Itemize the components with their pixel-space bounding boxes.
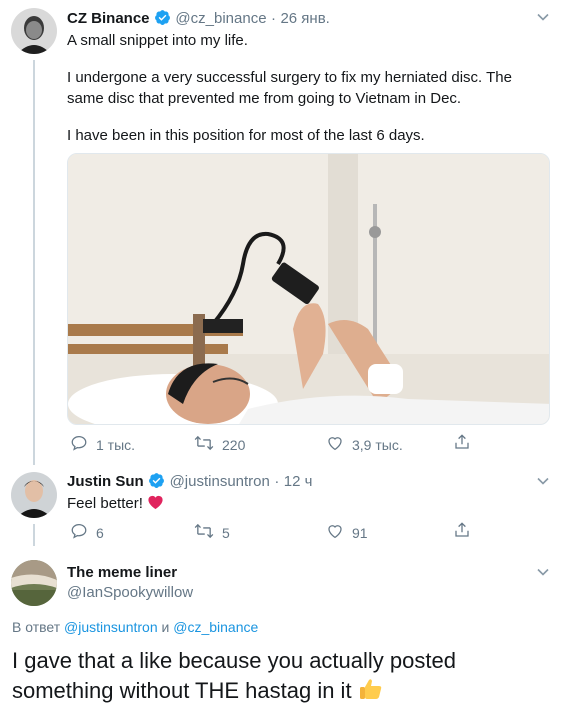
tweet-time[interactable]: 12 ч [284, 473, 313, 490]
avatar-cz-binance[interactable] [11, 8, 57, 54]
share-action[interactable] [453, 521, 471, 542]
author-name[interactable]: CZ Binance [67, 10, 150, 27]
thread-line [33, 524, 35, 546]
like-count: 91 [352, 524, 368, 541]
author-handle[interactable]: @cz_binance [175, 10, 266, 27]
tweet-photo[interactable] [67, 153, 550, 425]
mention-justinsuntron[interactable]: @justinsuntron [64, 619, 158, 635]
reply-count: 6 [96, 524, 104, 541]
tweet1-line1: A small snippet into my life. [67, 32, 248, 49]
like-action[interactable]: 3,9 тыс. [326, 434, 403, 455]
tweet1-para2-line1: I undergone a very successful surgery to… [67, 69, 512, 86]
verified-badge-icon [154, 9, 171, 31]
author-handle[interactable]: @justinsuntron [170, 473, 270, 490]
author-handle[interactable]: @IanSpookywillow [67, 584, 193, 601]
retweet-count: 220 [222, 436, 246, 453]
tweet1-header: CZ Binance @cz_binance · 26 янв. [67, 9, 330, 31]
reply-icon [70, 522, 88, 543]
reply-icon [70, 434, 88, 455]
like-icon [326, 434, 344, 455]
retweet-action[interactable]: 5 [194, 522, 230, 543]
reply-prefix: В ответ [12, 619, 61, 635]
avatar-meme-liner[interactable] [11, 560, 57, 606]
chevron-down-icon[interactable] [536, 565, 550, 584]
retweet-icon [194, 522, 214, 543]
share-icon [453, 433, 471, 454]
tweet-date[interactable]: 26 янв. [280, 10, 329, 27]
tweet3-text-line1: I gave that a like because you actually … [12, 648, 456, 673]
thumbs-up-emoji-icon [358, 676, 384, 710]
retweet-count: 5 [222, 524, 230, 541]
chevron-down-icon[interactable] [536, 10, 550, 29]
retweet-icon [194, 434, 214, 455]
author-name[interactable]: Justin Sun [67, 473, 144, 490]
tweet3-text-line2-content: something without THE hastag in it [12, 678, 352, 703]
replying-to: В ответ @justinsuntron и @cz_binance [12, 619, 258, 635]
thread-line [33, 60, 35, 465]
like-icon [326, 522, 344, 543]
reply-and: и [161, 619, 170, 635]
tweet2-header: Justin Sun @justinsuntron · 12 ч [67, 472, 312, 494]
tweet2-text: Feel better! [67, 493, 164, 516]
like-count: 3,9 тыс. [352, 436, 403, 453]
like-action[interactable]: 91 [326, 522, 368, 543]
tweet2-text-content: Feel better! [67, 495, 143, 512]
share-icon [453, 521, 471, 542]
red-heart-emoji-icon [147, 494, 164, 516]
retweet-action[interactable]: 220 [194, 434, 245, 455]
reply-action[interactable]: 6 [70, 522, 104, 543]
separator-dot: · [271, 10, 276, 27]
tweet1-para3: I have been in this position for most of… [67, 127, 425, 144]
reply-action[interactable]: 1 тыс. [70, 434, 135, 455]
tweet1-para2-line2: same disc that prevented me from going t… [67, 90, 462, 107]
author-name[interactable]: The meme liner [67, 564, 177, 581]
separator-dot: · [274, 473, 280, 490]
tweet3-text-line2: something without THE hastag in it [12, 676, 384, 710]
share-action[interactable] [453, 433, 471, 454]
reply-count: 1 тыс. [96, 436, 136, 453]
chevron-down-icon[interactable] [536, 474, 550, 493]
mention-cz-binance[interactable]: @cz_binance [173, 619, 258, 635]
avatar-justin-sun[interactable] [11, 472, 57, 518]
verified-badge-icon [148, 472, 165, 494]
